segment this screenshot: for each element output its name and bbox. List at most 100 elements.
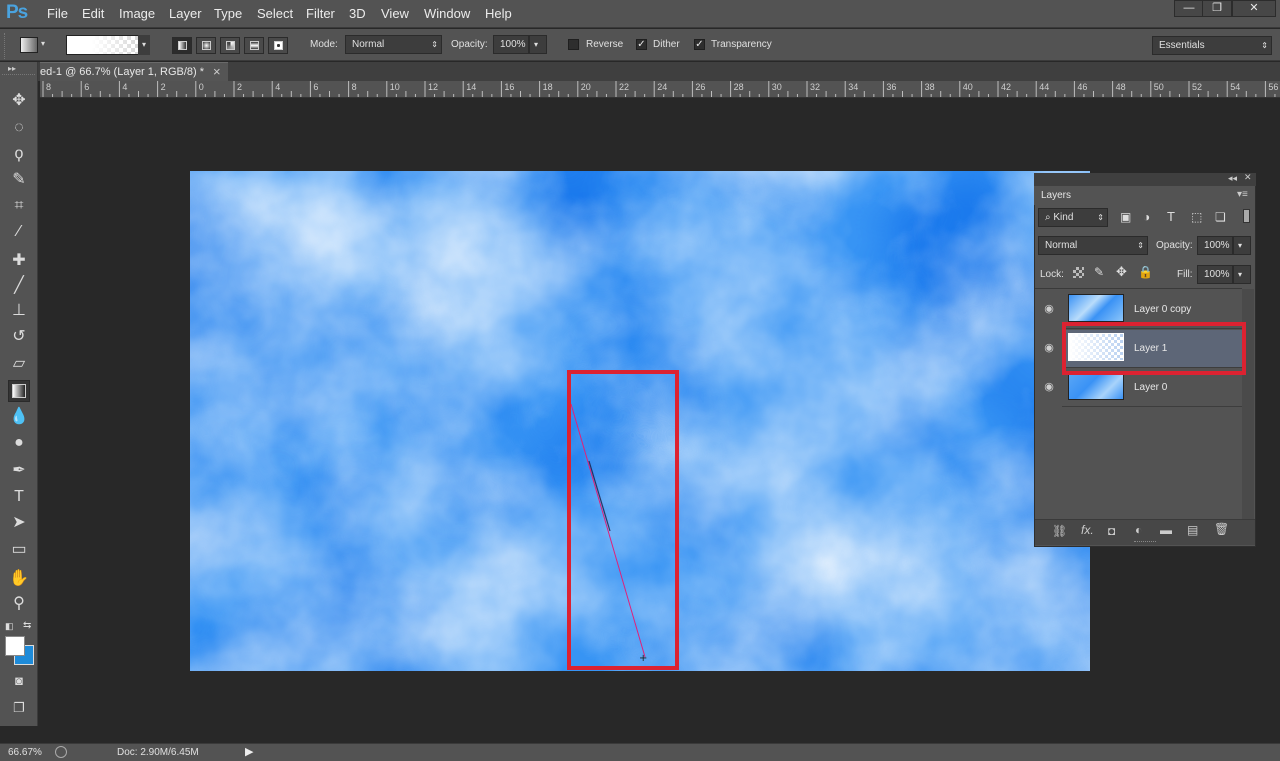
- brush-icon[interactable]: ╱: [8, 275, 30, 297]
- add-mask-icon[interactable]: ◘: [1108, 524, 1115, 538]
- ruler-tick-label: 34: [848, 82, 859, 92]
- foreground-color-swatch[interactable]: [5, 636, 25, 656]
- move-icon[interactable]: ✥: [8, 90, 30, 112]
- layer-opacity-input[interactable]: 100%: [1197, 236, 1233, 255]
- reflected-gradient-button[interactable]: [244, 37, 264, 54]
- menu-view[interactable]: View: [381, 6, 409, 21]
- diamond-gradient-button[interactable]: [268, 37, 288, 54]
- toolbar-collapse-icon[interactable]: ▸▸: [8, 64, 16, 73]
- history-brush-icon[interactable]: ↺: [8, 326, 30, 348]
- layer-visibility-eye-icon[interactable]: ◉: [1040, 302, 1058, 340]
- restore-button[interactable]: ❐: [1202, 0, 1232, 17]
- default-colors-icon[interactable]: ◧: [5, 621, 14, 632]
- menu-type[interactable]: Type: [214, 6, 242, 21]
- minimize-button[interactable]: —: [1174, 0, 1204, 17]
- delete-layer-icon[interactable]: 🗑: [1214, 522, 1229, 536]
- lock-transparent-icon[interactable]: [1073, 267, 1084, 278]
- layer-1-highlight: [1062, 322, 1246, 375]
- ruler-tick-label: 28: [733, 82, 744, 92]
- layer-visibility-eye-icon[interactable]: ◉: [1040, 341, 1058, 379]
- layer-name: Layer 0: [1134, 382, 1168, 393]
- menu-help[interactable]: Help: [485, 6, 512, 21]
- lock-position-icon[interactable]: ✥: [1116, 264, 1127, 280]
- blend-mode-value: Normal: [1045, 240, 1078, 251]
- filter-adjustment-icon[interactable]: ◑: [1143, 210, 1150, 224]
- rectangle-icon[interactable]: ▭: [8, 539, 30, 561]
- filter-shape-icon[interactable]: ⬚: [1191, 210, 1202, 224]
- mode-dropdown-icon: ⇕: [431, 40, 438, 49]
- filter-type-icon[interactable]: T: [1167, 209, 1175, 224]
- mode-select[interactable]: Normal ⇕: [345, 35, 442, 54]
- filter-pixel-icon[interactable]: ▣: [1120, 210, 1131, 224]
- new-adjustment-layer-icon[interactable]: ◐: [1135, 523, 1142, 537]
- blend-mode-select[interactable]: Normal ⇕: [1038, 236, 1148, 255]
- blur-icon[interactable]: 💧: [8, 406, 30, 428]
- layers-tab[interactable]: Layers: [1034, 186, 1078, 205]
- document-tab[interactable]: ed-1 @ 66.7% (Layer 1, RGB/8) * ×: [40, 62, 228, 81]
- angle-gradient-button[interactable]: [220, 37, 240, 54]
- ruler-tick-label: 38: [924, 82, 935, 92]
- gradient-tool-preset-icon[interactable]: ▾: [18, 35, 48, 55]
- link-layers-icon[interactable]: ⛓: [1052, 524, 1067, 538]
- layer-filter-select[interactable]: ⌕ Kind ⇕: [1038, 208, 1108, 227]
- layer-style-fx-icon[interactable]: fx.: [1081, 523, 1094, 537]
- dodge-icon[interactable]: ●: [8, 432, 30, 454]
- screen-mode-icon[interactable]: ❐: [8, 697, 30, 719]
- linear-gradient-button[interactable]: [172, 37, 192, 54]
- stamp-icon[interactable]: ⊥: [8, 300, 30, 322]
- lock-brush-icon[interactable]: ✎: [1094, 265, 1104, 279]
- layer-opacity-dropdown-icon[interactable]: ▾: [1233, 236, 1251, 255]
- workspace-select[interactable]: Essentials ⇕: [1152, 36, 1272, 55]
- options-grip: [4, 33, 10, 59]
- marquee-icon[interactable]: ◌: [8, 117, 30, 139]
- reverse-checkbox[interactable]: [568, 39, 579, 50]
- type-icon[interactable]: T: [8, 486, 30, 508]
- status-menu-arrow-icon[interactable]: ▶: [245, 745, 253, 758]
- swap-colors-icon[interactable]: ⇆: [23, 620, 31, 631]
- new-group-icon[interactable]: ▬: [1160, 523, 1172, 537]
- menu-file[interactable]: File: [47, 6, 68, 21]
- opacity-input[interactable]: 100%: [493, 35, 529, 54]
- eraser-icon[interactable]: ▱: [8, 353, 30, 375]
- gradient-picker-dropdown-icon[interactable]: ▾: [138, 35, 150, 55]
- layer-visibility-eye-icon[interactable]: ◉: [1040, 380, 1058, 418]
- filter-smart-object-icon[interactable]: ❏: [1215, 210, 1226, 224]
- healing-icon[interactable]: ✚: [8, 250, 30, 272]
- filter-toggle[interactable]: [1243, 209, 1250, 223]
- transparency-checkbox[interactable]: ✓: [694, 39, 705, 50]
- lasso-icon[interactable]: ϙ: [8, 143, 30, 165]
- gradient-icon[interactable]: [8, 380, 30, 402]
- quick-select-icon[interactable]: ✎: [8, 169, 30, 191]
- menu-edit[interactable]: Edit: [82, 6, 104, 21]
- zoom-level[interactable]: 66.67%: [8, 747, 42, 758]
- mode-value: Normal: [352, 39, 385, 50]
- fill-dropdown-icon[interactable]: ▾: [1233, 265, 1251, 284]
- menu-3d[interactable]: 3D: [349, 6, 366, 21]
- panel-collapse-icon[interactable]: ◂◂: [1228, 173, 1237, 184]
- dither-checkbox[interactable]: ✓: [636, 39, 647, 50]
- fill-input[interactable]: 100%: [1197, 265, 1233, 284]
- panel-resize-grip[interactable]: [1134, 541, 1156, 544]
- status-share-icon[interactable]: [55, 746, 67, 758]
- opacity-dropdown-icon[interactable]: ▾: [529, 35, 547, 54]
- ruler-tick-label: 50: [1153, 82, 1164, 92]
- crop-icon[interactable]: ⌗: [8, 195, 30, 217]
- menu-layer[interactable]: Layer: [169, 6, 202, 21]
- eyedropper-icon[interactable]: ⁄: [8, 221, 30, 243]
- lock-all-icon[interactable]: 🔒: [1138, 265, 1153, 279]
- hand-icon[interactable]: ✋: [8, 568, 30, 590]
- menu-window[interactable]: Window: [424, 6, 470, 21]
- pen-icon[interactable]: ✒: [8, 460, 30, 482]
- document-tab-close-icon[interactable]: ×: [213, 63, 221, 81]
- path-select-icon[interactable]: ➤: [8, 512, 30, 534]
- menu-image[interactable]: Image: [119, 6, 155, 21]
- menu-filter[interactable]: Filter: [306, 6, 335, 21]
- close-button[interactable]: ✕: [1232, 0, 1276, 17]
- zoom-icon[interactable]: ⚲: [8, 593, 30, 615]
- quick-mask-icon[interactable]: ◙: [8, 670, 30, 692]
- new-layer-icon[interactable]: ▤: [1187, 523, 1198, 537]
- radial-gradient-button[interactable]: [196, 37, 216, 54]
- panel-close-icon[interactable]: ✕: [1244, 172, 1252, 183]
- menu-select[interactable]: Select: [257, 6, 293, 21]
- panel-menu-icon[interactable]: ▾≡: [1237, 189, 1248, 200]
